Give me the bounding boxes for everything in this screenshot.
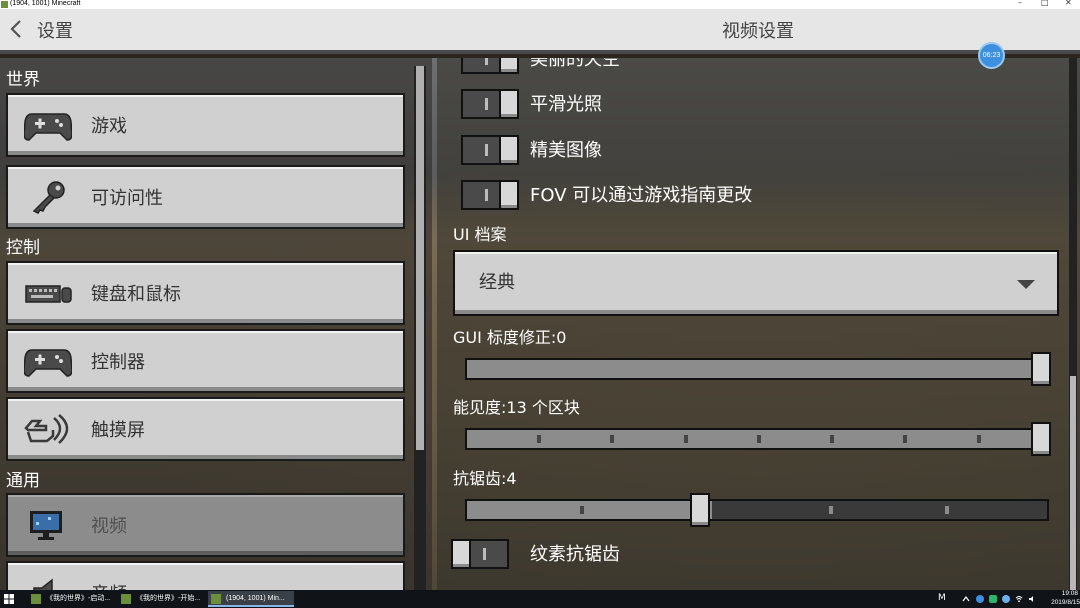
ime-indicator[interactable]: M — [938, 593, 946, 603]
smooth-lighting-toggle[interactable] — [461, 89, 519, 119]
controller-icon — [24, 349, 72, 377]
clock-badge: 06:23 — [978, 42, 1005, 69]
sidebar-item-label: 游戏 — [91, 116, 127, 137]
taskbar-item-label: (1904, 1001) Min... — [226, 595, 285, 602]
keyboard-mouse-icon — [25, 285, 72, 303]
sidebar-item-accessibility[interactable]: 可访问性 — [6, 165, 405, 229]
render-distance-slider[interactable] — [465, 428, 1049, 450]
minecraft-app-icon — [1, 1, 8, 8]
fancy-graphics-toggle[interactable] — [461, 135, 519, 165]
touch-hand-icon — [24, 414, 69, 444]
sidebar-item-label: 可访问性 — [91, 188, 163, 209]
beautiful-sky-toggle[interactable] — [461, 58, 519, 74]
smooth-lighting-label: 平滑光照 — [530, 94, 602, 115]
render-distance-slider-thumb[interactable] — [1031, 422, 1051, 456]
antialiasing-label: 抗锯齿:4 — [453, 469, 517, 488]
sidebar-item-label: 触摸屏 — [91, 420, 145, 441]
fov-toggle[interactable] — [461, 180, 519, 210]
taskbar: 《我的世界》-启动... 《我的世界》-开始... (1904, 1001) M… — [0, 590, 1080, 608]
taskbar-clock-time[interactable]: 19:08 — [1052, 590, 1078, 598]
section-label-world: 世界 — [6, 70, 40, 90]
antialiasing-slider[interactable] — [465, 499, 1049, 521]
minecraft-icon — [31, 594, 41, 604]
cloud-icon[interactable] — [1002, 595, 1010, 603]
ui-profile-value: 经典 — [479, 272, 515, 293]
taskbar-item-start-game[interactable]: 《我的世界》-开始... — [118, 591, 206, 607]
sidebar-item-video[interactable]: 视频 — [6, 493, 405, 557]
settings-sidebar: 世界 游戏 可访问性 控制 键盘和鼠标 控制器 触摸屏 通用 视频 — [0, 58, 432, 608]
close-button[interactable]: ✕ — [1065, 0, 1072, 8]
settings-header: 设置 视频设置 — [0, 9, 1080, 54]
beautiful-sky-label: 美丽的天空 — [530, 58, 620, 70]
fancy-graphics-label: 精美图像 — [530, 140, 602, 161]
gamepad-icon — [24, 113, 72, 141]
back-button[interactable]: 设置 — [37, 21, 73, 43]
volume-icon[interactable] — [1028, 595, 1036, 603]
taskbar-item-label: 《我的世界》-启动... — [46, 595, 111, 602]
window-title-bar: (1904, 1001) Minecraft – □ ✕ — [0, 0, 1080, 9]
section-label-controls: 控制 — [6, 238, 40, 258]
sidebar-scrollbar-thumb[interactable] — [416, 66, 424, 450]
gui-scale-slider-thumb[interactable] — [1031, 352, 1051, 386]
antialiasing-slider-thumb[interactable] — [690, 493, 710, 527]
section-label-general: 通用 — [6, 471, 40, 491]
security-shield-icon[interactable] — [989, 595, 997, 603]
texel-antialiasing-toggle[interactable] — [451, 539, 509, 569]
network-status-icon[interactable] — [976, 595, 984, 603]
taskbar-item-label: 《我的世界》-开始... — [136, 595, 201, 602]
fov-label: FOV 可以通过游戏指南更改 — [530, 185, 753, 206]
wifi-icon[interactable] — [1015, 595, 1023, 603]
texel-antialiasing-label: 纹素抗锯齿 — [530, 544, 620, 565]
sidebar-item-touch[interactable]: 触摸屏 — [6, 397, 405, 461]
settings-scrollbar-thumb[interactable] — [1070, 376, 1076, 590]
window-title: (1904, 1001) Minecraft — [10, 0, 81, 7]
sidebar-item-label: 视频 — [91, 516, 127, 537]
gui-scale-slider[interactable] — [465, 358, 1049, 380]
maximize-button[interactable]: □ — [1041, 0, 1049, 8]
chevron-up-icon[interactable] — [962, 595, 970, 603]
windows-start-icon[interactable] — [4, 594, 14, 604]
gui-scale-label: GUI 标度修正:0 — [453, 328, 567, 347]
chevron-down-icon — [1017, 280, 1035, 289]
taskbar-item-launcher[interactable]: 《我的世界》-启动... — [28, 591, 116, 607]
sidebar-item-label: 控制器 — [91, 352, 145, 373]
ui-profile-dropdown[interactable]: 经典 — [453, 250, 1059, 316]
sidebar-item-game[interactable]: 游戏 — [6, 93, 405, 157]
monitor-icon — [30, 511, 62, 540]
minimize-button[interactable]: – — [1018, 0, 1022, 8]
sidebar-item-keyboard-mouse[interactable]: 键盘和鼠标 — [6, 261, 405, 325]
render-distance-label: 能见度:13 个区块 — [453, 398, 580, 417]
minecraft-icon — [121, 594, 131, 604]
sidebar-item-controller[interactable]: 控制器 — [6, 329, 405, 393]
chevron-left-icon[interactable] — [10, 19, 22, 43]
taskbar-clock-date[interactable]: 2019/8/15 — [1044, 598, 1080, 607]
sidebar-item-label: 键盘和鼠标 — [91, 284, 181, 305]
taskbar-item-minecraft-window[interactable]: (1904, 1001) Min... — [208, 591, 294, 607]
minecraft-icon — [211, 594, 221, 604]
page-title: 视频设置 — [722, 21, 794, 42]
ui-profile-heading: UI 档案 — [453, 225, 507, 244]
video-settings-panel: 美丽的天空 平滑光照 精美图像 FOV 可以通过游戏指南更改 UI 档案 经典 … — [437, 58, 1080, 590]
key-icon — [32, 181, 65, 214]
